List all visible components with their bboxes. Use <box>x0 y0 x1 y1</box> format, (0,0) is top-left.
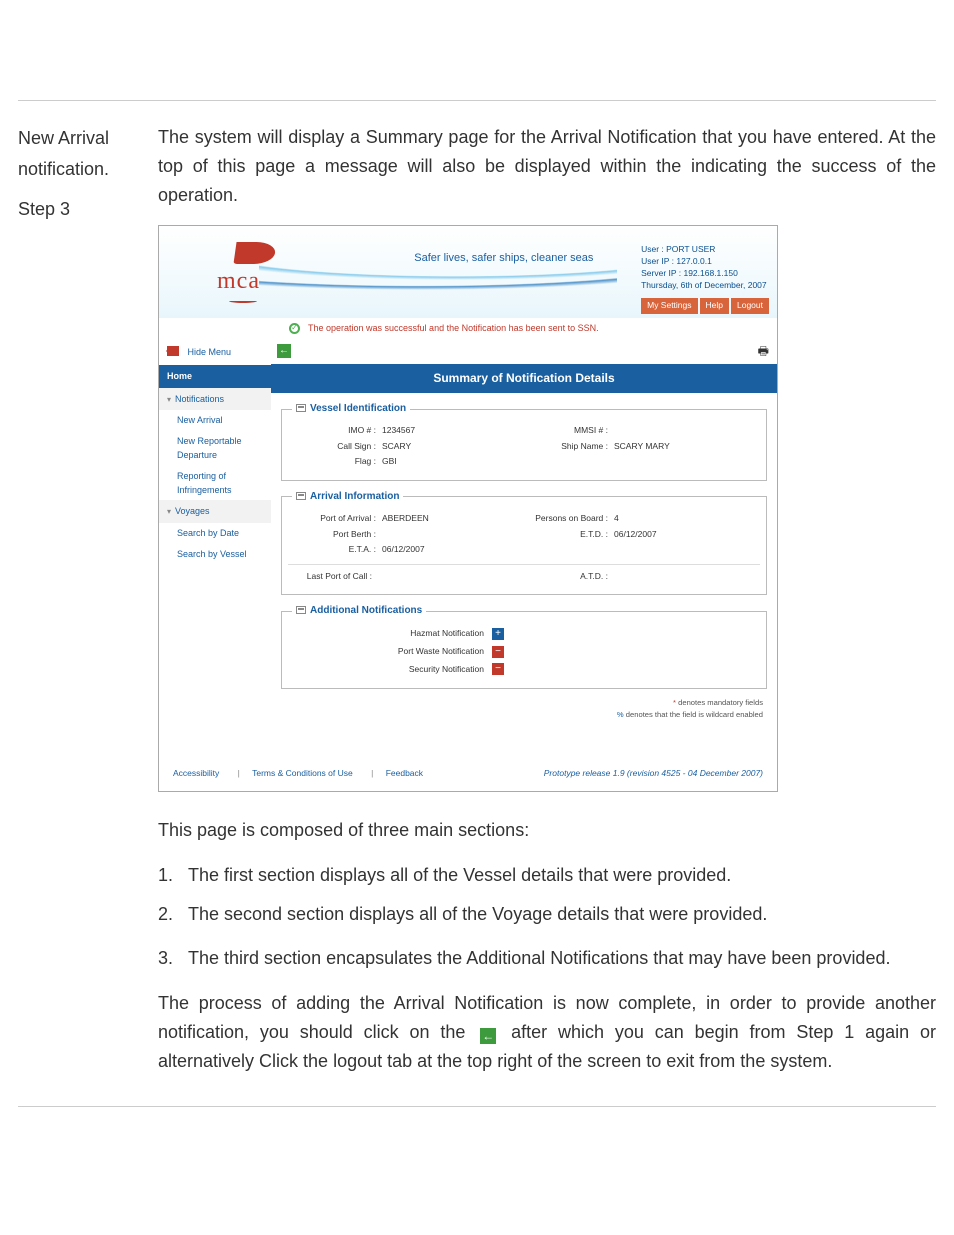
menu-home[interactable]: Home <box>159 365 271 387</box>
app-header: mca Safer lives, safer ships, cleaner se… <box>159 226 777 318</box>
field-legend-note: * * denotes mandatory fields denotes man… <box>271 697 777 727</box>
menu-search-vessel[interactable]: Search by Vessel <box>159 544 271 564</box>
menu-section-notifications[interactable]: Notifications <box>159 388 271 411</box>
form-icon <box>296 492 306 500</box>
menu-section-voyages[interactable]: Voyages <box>159 500 271 523</box>
success-icon: ✓ <box>289 323 300 334</box>
menu-new-reportable[interactable]: New Reportable Departure <box>159 431 271 466</box>
app-footer: Accessibility | Terms & Conditions of Us… <box>159 757 777 791</box>
hide-menu-icon <box>167 346 179 356</box>
remove-waste-button[interactable]: − <box>492 646 504 658</box>
paragraph: The system will display a Summary page f… <box>158 123 936 209</box>
fieldset-arrival: Arrival Information Port of Arrival :ABE… <box>281 489 767 595</box>
back-button[interactable]: ← <box>277 344 291 358</box>
message-text: The operation was successful and the Not… <box>308 321 599 335</box>
print-icon[interactable]: 🖶 <box>758 342 769 361</box>
app-screenshot: mca Safer lives, safer ships, cleaner se… <box>158 225 778 792</box>
menu-new-arrival[interactable]: New Arrival <box>159 410 271 430</box>
numbered-list: 1.The first section displays all of the … <box>158 861 936 929</box>
footer-terms[interactable]: Terms & Conditions of Use <box>252 768 353 778</box>
flag-icon <box>233 242 276 264</box>
tab-my-settings[interactable]: My Settings <box>641 298 697 314</box>
menu-search-date[interactable]: Search by Date <box>159 523 271 543</box>
back-arrow-icon: ← <box>480 1028 496 1044</box>
paragraph: The process of adding the Arrival Notifi… <box>158 989 936 1075</box>
footer-release: Prototype release 1.9 (revision 4525 - 0… <box>544 767 763 781</box>
fieldset-additional: Additional Notifications Hazmat Notifica… <box>281 603 767 689</box>
form-icon <box>296 606 306 614</box>
page-banner: Summary of Notification Details <box>271 364 777 393</box>
sidebar-title: New Arrival notification. <box>18 123 128 184</box>
fieldset-vessel: Vessel Identification IMO # :1234567 Cal… <box>281 401 767 481</box>
paragraph: This page is composed of three main sect… <box>158 816 936 845</box>
paragraph: 3. The third section encapsulates the Ad… <box>158 944 936 973</box>
footer-feedback[interactable]: Feedback <box>386 768 423 778</box>
remove-security-button[interactable]: − <box>492 663 504 675</box>
menu-reporting[interactable]: Reporting of Infringements <box>159 466 271 501</box>
step-sidebar: New Arrival notification. Step 3 <box>18 123 128 1092</box>
tab-logout[interactable]: Logout <box>731 298 769 314</box>
footer-accessibility[interactable]: Accessibility <box>173 768 219 778</box>
wave-graphic <box>259 264 617 318</box>
message-bar: ✓ The operation was successful and the N… <box>279 318 777 338</box>
tab-help[interactable]: Help <box>700 298 729 314</box>
sidebar-step: Step 3 <box>18 194 128 225</box>
form-icon <box>296 404 306 412</box>
hide-menu[interactable]: Hide Menu <box>159 339 271 365</box>
side-menu: Hide Menu Home Notifications New Arrival… <box>159 339 271 728</box>
user-info: User : PORT USER User IP : 127.0.0.1 Ser… <box>641 244 769 313</box>
add-hazmat-button[interactable]: + <box>492 628 504 640</box>
